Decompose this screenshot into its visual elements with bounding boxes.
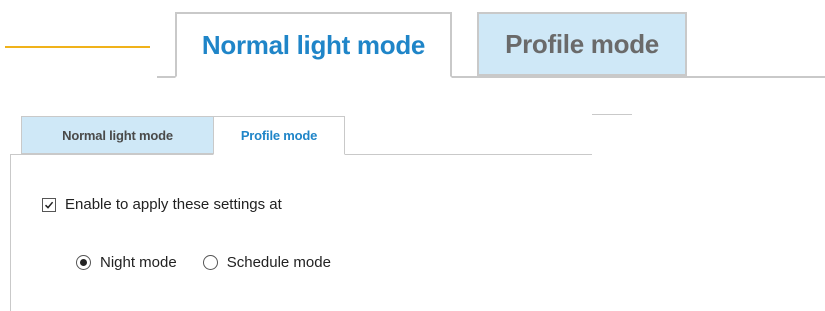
radio-label: Schedule mode xyxy=(226,254,331,271)
divider xyxy=(592,114,632,115)
enable-label: Enable to apply these settings at xyxy=(65,196,282,213)
zoomed-tab-normal-light-mode[interactable]: Normal light mode xyxy=(175,12,452,78)
tab-profile-mode[interactable]: Profile mode xyxy=(213,116,345,155)
mode-radio-group: Night mode Schedule mode xyxy=(76,254,357,271)
enable-setting-row: Enable to apply these settings at xyxy=(42,196,282,213)
zoomed-tab-label: Normal light mode xyxy=(201,29,426,60)
radio-button[interactable] xyxy=(202,255,218,270)
radio-label: Night mode xyxy=(100,254,177,271)
zoomed-tab-label: Profile mode xyxy=(505,28,659,59)
tab-label: Profile mode xyxy=(240,128,318,143)
callout-line xyxy=(5,46,150,48)
tab-label: Normal light mode xyxy=(62,127,173,143)
zoomed-tab-strip: Normal light mode Profile mode xyxy=(157,12,825,78)
tab-normal-light-mode[interactable]: Normal light mode xyxy=(21,116,214,154)
checkmark-icon xyxy=(44,201,54,209)
radio-schedule-mode[interactable]: Schedule mode xyxy=(202,254,331,271)
radio-night-mode[interactable]: Night mode xyxy=(76,254,177,271)
tab-strip: Normal light mode Profile mode xyxy=(10,116,592,156)
panel-border xyxy=(10,155,11,311)
zoomed-tab-profile-mode[interactable]: Profile mode xyxy=(477,12,687,76)
enable-checkbox[interactable] xyxy=(42,197,56,212)
radio-button-selected[interactable] xyxy=(76,255,91,270)
